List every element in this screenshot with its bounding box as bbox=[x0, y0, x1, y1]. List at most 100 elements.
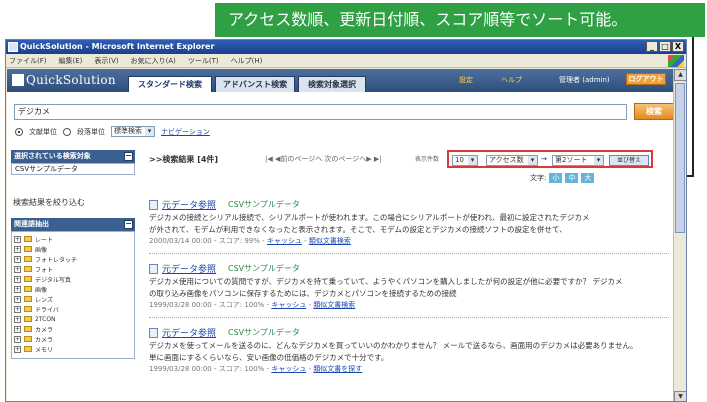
result-snippet: デジカメの接続とシリアル接続で、シリアルポートが使われます。この場合にシリアルポ… bbox=[149, 213, 590, 222]
result-item: 元データ参照 CSVサンプルデータ デジカメを使ってメールを送るのに、どんなデジ… bbox=[149, 326, 669, 374]
tree-item[interactable]: + カメラ bbox=[14, 324, 132, 334]
similar-docs-link[interactable]: 類似文書を探す bbox=[313, 365, 362, 373]
tree-item[interactable]: + フォト bbox=[14, 264, 132, 274]
scroll-up-icon[interactable]: ▲ bbox=[674, 69, 686, 81]
radio-document-unit[interactable] bbox=[15, 127, 23, 136]
folder-icon bbox=[24, 296, 32, 302]
radio-paragraph-unit[interactable] bbox=[63, 127, 71, 136]
sort-secondary-select[interactable]: 第2ソート bbox=[552, 155, 604, 166]
vertical-scrollbar[interactable]: ▲ ▼ bbox=[673, 69, 686, 401]
expand-icon[interactable]: + bbox=[14, 245, 21, 253]
result-title-link[interactable]: 元データ参照 bbox=[162, 262, 216, 275]
expand-icon[interactable]: + bbox=[14, 335, 21, 343]
tab-advanced-search[interactable]: アドバンスト検索 bbox=[215, 76, 295, 92]
sort-controls: 10 アクセス数 → 第2ソート 並び替え bbox=[447, 150, 653, 168]
expand-icon[interactable]: + bbox=[14, 265, 21, 273]
cache-link[interactable]: キャッシュ bbox=[271, 301, 306, 309]
scroll-thumb[interactable] bbox=[675, 83, 685, 233]
tree-item[interactable]: + レンズ bbox=[14, 294, 132, 304]
collapse-icon[interactable]: − bbox=[124, 152, 133, 161]
results-summary: >>検索結果 [4件] bbox=[149, 155, 219, 164]
tree-item[interactable]: + メモリ bbox=[14, 344, 132, 354]
result-category: CSVサンプルデータ bbox=[228, 200, 300, 209]
tree-item-label: 2TCON bbox=[35, 315, 56, 323]
result-score: スコア: 100% bbox=[218, 301, 265, 309]
tree-item[interactable]: +2TCON bbox=[14, 314, 132, 324]
tree-item-label: レート bbox=[35, 236, 54, 244]
suggest-link[interactable]: ナビゲーション bbox=[161, 127, 210, 137]
document-icon bbox=[149, 327, 158, 338]
expand-icon[interactable]: + bbox=[14, 285, 21, 293]
folder-icon bbox=[24, 306, 32, 312]
selected-targets-title: 選択されている検索対象 bbox=[14, 152, 91, 160]
expand-icon[interactable]: + bbox=[14, 295, 21, 303]
result-category: CSVサンプルデータ bbox=[228, 328, 300, 337]
close-button[interactable]: X bbox=[672, 41, 684, 52]
minimize-button[interactable]: _ bbox=[646, 41, 658, 52]
result-title-link[interactable]: 元データ参照 bbox=[162, 326, 216, 339]
menu-file[interactable]: ファイル(F) bbox=[9, 56, 47, 66]
cache-link[interactable]: キャッシュ bbox=[271, 365, 306, 373]
tree-item[interactable]: + 画像 bbox=[14, 244, 132, 254]
search-area: デジカメ 検索 文献単位 段落単位 標準検索 ナビゲーション bbox=[7, 96, 673, 142]
result-divider bbox=[149, 317, 669, 318]
tab-target-select[interactable]: 検索対象選択 bbox=[298, 76, 366, 92]
tree-item[interactable]: + 画像 bbox=[14, 284, 132, 294]
help-link[interactable]: ヘルプ bbox=[501, 75, 522, 85]
expand-icon[interactable]: + bbox=[14, 345, 21, 353]
settings-link[interactable]: 設定 bbox=[459, 75, 473, 85]
tree-item-label: メモリ bbox=[35, 346, 54, 354]
result-meta: 1999/03/28 00:00 - スコア: 100% - キャッシュ - 類… bbox=[149, 365, 363, 373]
search-button[interactable]: 検索 bbox=[634, 103, 673, 120]
tree-item[interactable]: + ドライバ bbox=[14, 304, 132, 314]
text-size-label: 文字: bbox=[530, 174, 547, 182]
tree-item[interactable]: + レート bbox=[14, 234, 132, 244]
tree-item[interactable]: + フォトレタッチ bbox=[14, 254, 132, 264]
menu-favorites[interactable]: お気に入り(A) bbox=[131, 56, 176, 66]
menu-tools[interactable]: ツール(T) bbox=[188, 56, 219, 66]
folder-icon bbox=[24, 276, 32, 282]
folder-icon bbox=[24, 346, 32, 352]
folder-icon bbox=[24, 326, 32, 332]
text-size-large-button[interactable]: 大 bbox=[581, 173, 595, 183]
cache-link[interactable]: キャッシュ bbox=[267, 237, 302, 245]
expand-icon[interactable]: + bbox=[14, 315, 21, 323]
tab-standard-search[interactable]: スタンダード検索 bbox=[128, 76, 212, 92]
narrow-results-heading: 検索結果を絞り込む bbox=[13, 198, 85, 207]
related-terms-title: 関連語抽出 bbox=[14, 220, 49, 228]
tree-item[interactable]: + デジタル写真 bbox=[14, 274, 132, 284]
collapse-icon[interactable]: − bbox=[124, 220, 133, 229]
menu-view[interactable]: 表示(V) bbox=[94, 56, 118, 66]
maximize-button[interactable]: □ bbox=[659, 41, 671, 52]
result-date: 1999/03/28 00:00 bbox=[149, 365, 212, 373]
menu-edit[interactable]: 編集(E) bbox=[59, 56, 83, 66]
callout-connector bbox=[692, 37, 694, 177]
sort-arrow: → bbox=[541, 155, 547, 163]
expand-icon[interactable]: + bbox=[14, 275, 21, 283]
similar-docs-link[interactable]: 類似文書検索 bbox=[309, 237, 351, 245]
sort-primary-select[interactable]: アクセス数 bbox=[486, 155, 538, 166]
tree-item-label: レンズ bbox=[35, 296, 53, 304]
logout-button[interactable]: ログアウト bbox=[626, 73, 666, 85]
menu-help[interactable]: ヘルプ(H) bbox=[231, 56, 263, 66]
expand-icon[interactable]: + bbox=[14, 325, 21, 333]
count-select[interactable]: 10 bbox=[452, 155, 478, 166]
tree-item[interactable]: + カメラ bbox=[14, 334, 132, 344]
text-size-medium-button[interactable]: 中 bbox=[565, 173, 579, 183]
radio-document-label: 文献単位 bbox=[29, 127, 57, 136]
text-size-small-button[interactable]: 小 bbox=[549, 173, 563, 183]
expand-icon[interactable]: + bbox=[14, 255, 21, 263]
similar-docs-link[interactable]: 類似文書検索 bbox=[313, 301, 355, 309]
search-input[interactable]: デジカメ bbox=[14, 104, 627, 120]
pager[interactable]: |◀ ◀前のページへ 次のページへ▶ ▶| bbox=[265, 154, 382, 164]
result-snippet: デジカメを使ってメールを送るのに、どんなデジカメを買っていいのかわかりません？ … bbox=[149, 341, 638, 350]
scroll-down-icon[interactable]: ▼ bbox=[674, 391, 686, 401]
sort-button[interactable]: 並び替え bbox=[609, 155, 649, 166]
expand-icon[interactable]: + bbox=[14, 305, 21, 313]
tree-item-label: カメラ bbox=[35, 336, 54, 344]
result-snippet: が外されて、モデムが利用できなくなったと表示されます。そこで、モデムの設定とデジ… bbox=[149, 225, 567, 234]
search-mode-select[interactable]: 標準検索 bbox=[111, 126, 155, 137]
expand-icon[interactable]: + bbox=[14, 235, 21, 243]
window-title: QuickSolution - Microsoft Internet Explo… bbox=[20, 42, 215, 51]
result-title-link[interactable]: 元データ参照 bbox=[162, 198, 216, 211]
